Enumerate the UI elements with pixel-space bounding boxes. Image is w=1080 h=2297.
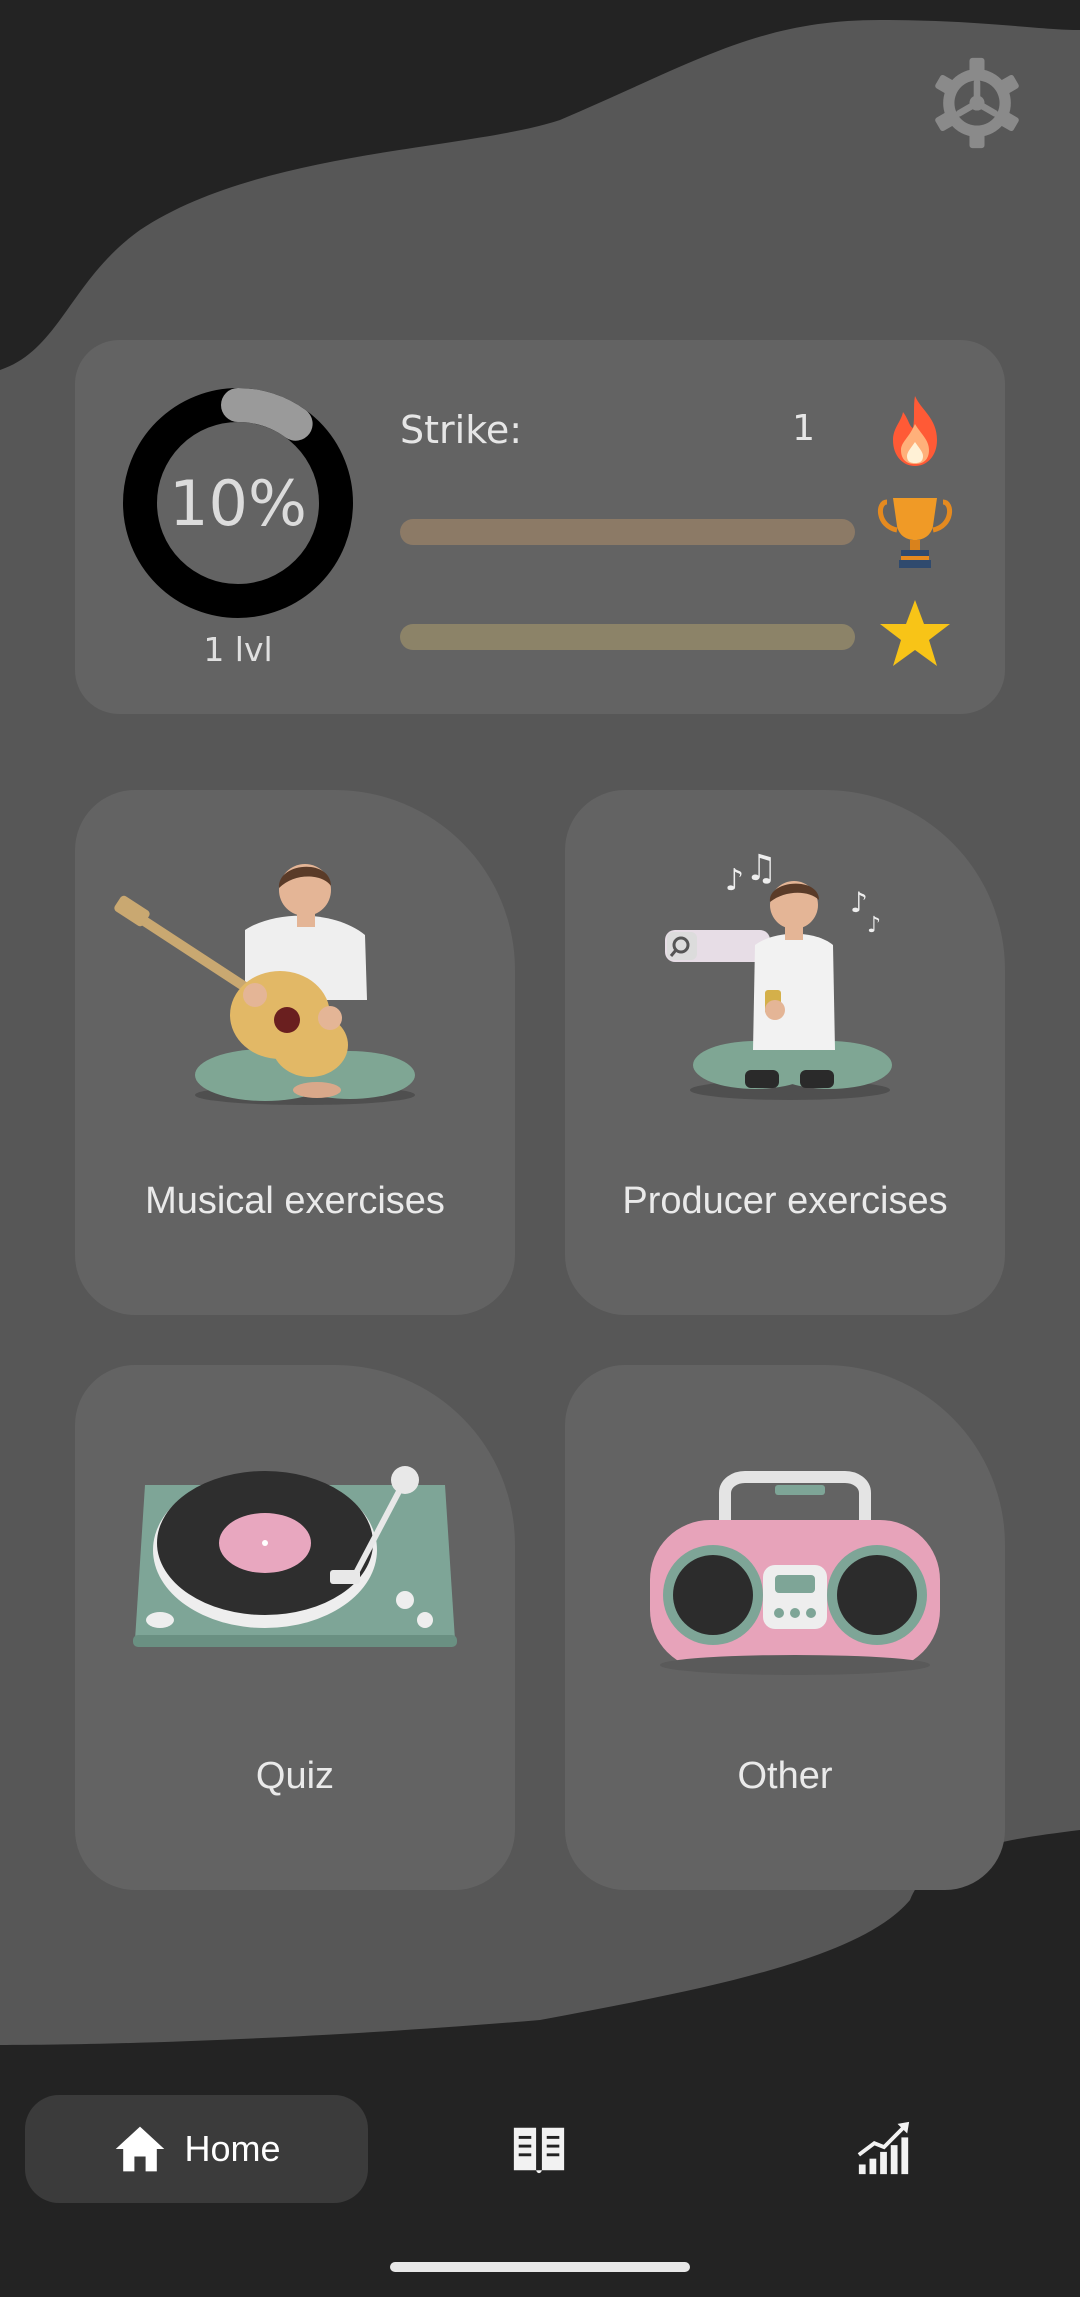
fire-icon bbox=[875, 390, 955, 470]
book-icon bbox=[513, 2127, 565, 2174]
nav-book-tab[interactable] bbox=[510, 2120, 568, 2178]
card-label: Producer exercises bbox=[622, 1180, 948, 1222]
trophy-icon bbox=[875, 492, 955, 572]
level-progress-ring: 10% bbox=[123, 388, 353, 618]
musical-exercises-card[interactable]: Musical exercises bbox=[75, 790, 515, 1315]
boombox-illustration bbox=[595, 1425, 975, 1695]
svg-text:♪: ♪ bbox=[867, 913, 881, 938]
svg-text:♪: ♪ bbox=[850, 886, 868, 919]
stats-icon bbox=[857, 2121, 910, 2175]
card-label: Quiz bbox=[255, 1755, 335, 1797]
star-progress-bar bbox=[400, 624, 855, 650]
strike-count: 1 bbox=[792, 408, 815, 449]
nav-home-label: Home bbox=[184, 2128, 281, 2169]
gear-icon bbox=[935, 57, 1019, 149]
home-indicator bbox=[390, 2262, 690, 2272]
svg-text:♪: ♪ bbox=[725, 863, 744, 898]
level-label: 1 lvl bbox=[203, 630, 273, 669]
other-card[interactable]: Other bbox=[565, 1365, 1005, 1890]
guitarist-illustration bbox=[105, 850, 485, 1120]
progress-percent: 10% bbox=[169, 466, 307, 540]
quiz-card[interactable]: Quiz bbox=[75, 1365, 515, 1890]
producer-exercises-card[interactable]: ♪ ♫ ♪ ♪ Producer exercises bbox=[565, 790, 1005, 1315]
nav-stats-tab[interactable] bbox=[855, 2120, 913, 2178]
card-label: Other bbox=[737, 1755, 833, 1797]
svg-text:♫: ♫ bbox=[745, 850, 777, 889]
card-label: Musical exercises bbox=[145, 1180, 445, 1222]
star-icon bbox=[875, 594, 955, 674]
home-icon bbox=[116, 2126, 165, 2172]
strike-label: Strike: bbox=[400, 408, 523, 452]
producer-illustration: ♪ ♫ ♪ ♪ bbox=[595, 850, 975, 1120]
turntable-illustration bbox=[105, 1425, 485, 1695]
progress-card: 10% 1 lvl Strike: 1 bbox=[75, 340, 1005, 714]
nav-home-tab[interactable]: Home bbox=[25, 2095, 368, 2203]
trophy-progress-bar bbox=[400, 519, 855, 545]
settings-button[interactable] bbox=[930, 56, 1024, 150]
